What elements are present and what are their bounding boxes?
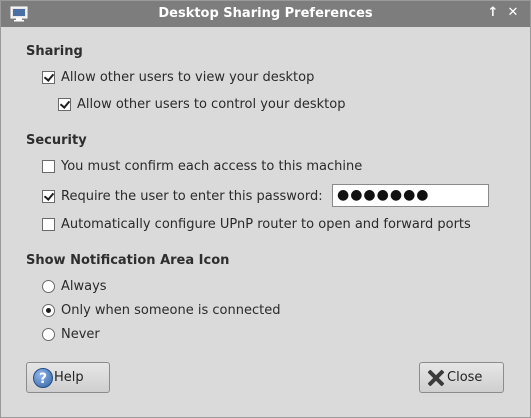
allow-control-checkbox[interactable] [58,97,71,111]
help-icon: ? [33,367,53,388]
notify-never-option[interactable]: Never [42,325,100,343]
notify-always-label: Always [61,278,107,294]
maximize-button[interactable]: ↑ [485,5,501,21]
sharing-heading: Sharing [26,44,83,59]
require-password-option[interactable]: Require the user to enter this password: [42,187,323,205]
notification-heading: Show Notification Area Icon [26,253,230,268]
require-password-checkbox[interactable] [42,189,55,203]
allow-view-checkbox[interactable] [42,70,55,84]
help-button-label: Help [54,370,84,385]
window-close-button[interactable]: ✕ [505,5,521,21]
upnp-label: Automatically configure UPnP router to o… [61,216,471,232]
password-field[interactable]: ●●●●●●● [332,184,489,207]
require-password-label: Require the user to enter this password: [61,188,323,204]
notify-connected-label: Only when someone is connected [61,302,281,318]
window-title: Desktop Sharing Preferences [158,6,373,21]
close-button-label: Close [447,370,483,385]
close-button[interactable]: Close [419,362,504,393]
notify-connected-option[interactable]: Only when someone is connected [42,301,280,319]
notify-connected-radio[interactable] [42,303,55,317]
upnp-option[interactable]: Automatically configure UPnP router to o… [42,215,471,233]
confirm-access-option[interactable]: You must confirm each access to this mac… [42,157,362,175]
allow-view-option[interactable]: Allow other users to view your desktop [42,68,314,86]
close-icon [426,368,446,388]
allow-control-option[interactable]: Allow other users to control your deskto… [58,95,345,113]
confirm-access-checkbox[interactable] [42,159,55,173]
confirm-access-label: You must confirm each access to this mac… [61,158,363,174]
allow-control-label: Allow other users to control your deskto… [77,96,346,112]
allow-view-label: Allow other users to view your desktop [61,69,315,85]
title-bar[interactable]: Desktop Sharing Preferences ↑ ✕ [1,1,530,27]
notify-never-radio[interactable] [42,327,55,341]
notify-always-radio[interactable] [42,279,55,293]
upnp-checkbox[interactable] [42,217,55,231]
notify-always-option[interactable]: Always [42,277,107,295]
preferences-window: Desktop Sharing Preferences ↑ ✕ Sharing … [0,0,531,418]
security-heading: Security [26,133,87,148]
notify-never-label: Never [61,326,100,342]
help-button[interactable]: ? Help [26,362,110,393]
